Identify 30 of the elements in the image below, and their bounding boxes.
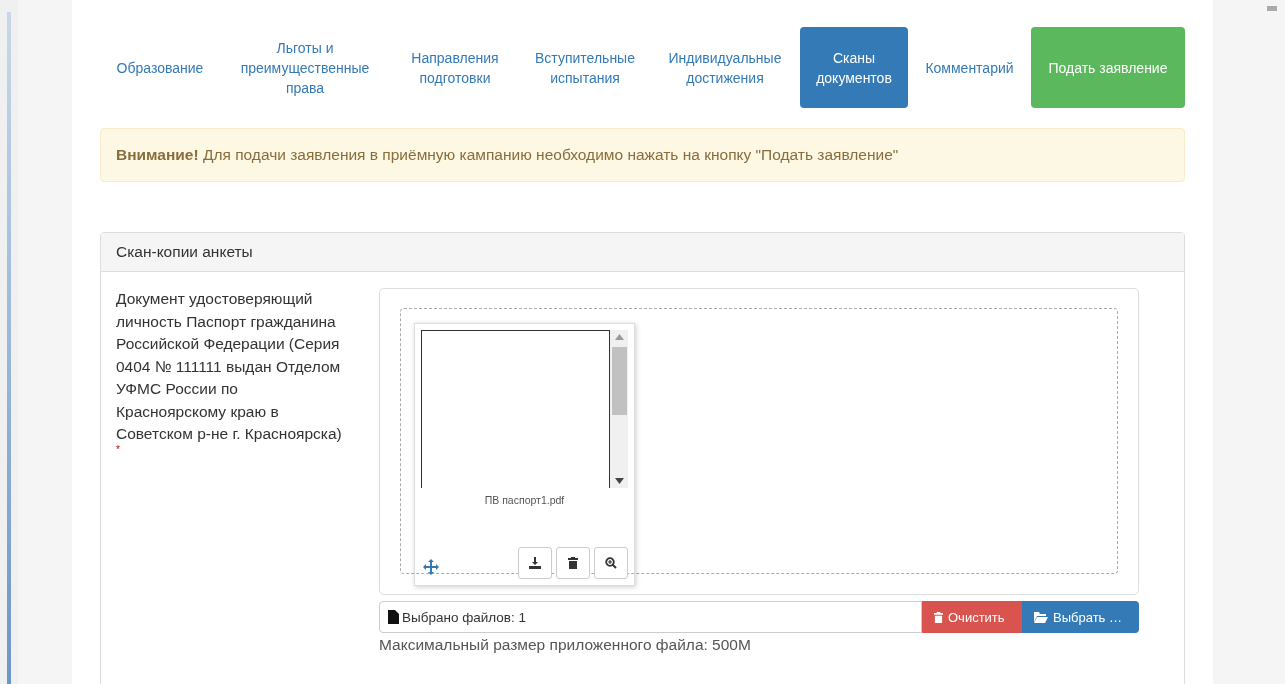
- scroll-down-icon[interactable]: [614, 478, 624, 484]
- field-label: Документ удостоверяющий личность Паспорт гражданина Российской Федерации (Серия 0404 № 111111 выдан Отделом УФМС России по Красноярскому краю в Советском р-не г. Красноярска): [116, 289, 343, 444]
- hint-text: Максимальный размер приложенного файла: 500M: [379, 636, 752, 654]
- zoom-button[interactable]: [594, 547, 628, 579]
- trash-icon: [934, 611, 943, 623]
- nav-tab[interactable]: Комментарий: [908, 27, 1031, 108]
- nav-tab[interactable]: Вступительные испытания: [520, 27, 650, 108]
- file-icon: [388, 610, 399, 624]
- panel-title: Скан-копии анкеты: [116, 243, 253, 260]
- nav-tab[interactable]: Направления подготовки: [390, 27, 520, 108]
- file-caption-field[interactable]: Выбрано файлов: 1: [379, 601, 922, 633]
- trash-icon: [568, 557, 578, 569]
- browse-button[interactable]: Выбрать …: [1022, 601, 1139, 633]
- nav-tab[interactable]: Сканы документов: [800, 27, 908, 108]
- required-mark: *: [116, 445, 121, 454]
- scrollbar[interactable]: [610, 330, 628, 488]
- zoom-in-icon: [605, 557, 617, 569]
- scroll-marker: [1267, 6, 1277, 11]
- clear-button[interactable]: Очистить: [922, 601, 1022, 633]
- file-name: ПВ паспорт1.pdf: [483, 494, 566, 506]
- download-button[interactable]: [518, 547, 552, 579]
- nav-tab[interactable]: Образование: [100, 27, 220, 108]
- delete-button[interactable]: [556, 547, 590, 579]
- submit-button[interactable]: Подать заявление: [1031, 27, 1185, 108]
- nav-tab[interactable]: Льготы и преимущественные права: [220, 27, 390, 108]
- nav-tab[interactable]: Индивидуальные достижения: [650, 27, 800, 108]
- folder-icon: [1034, 611, 1048, 623]
- alert-text: Внимание! Для подачи заявления в приёмную кампанию необходимо нажать на кнопку "Подать заявление": [116, 146, 899, 163]
- download-icon: [529, 557, 541, 569]
- move-icon[interactable]: [423, 559, 439, 575]
